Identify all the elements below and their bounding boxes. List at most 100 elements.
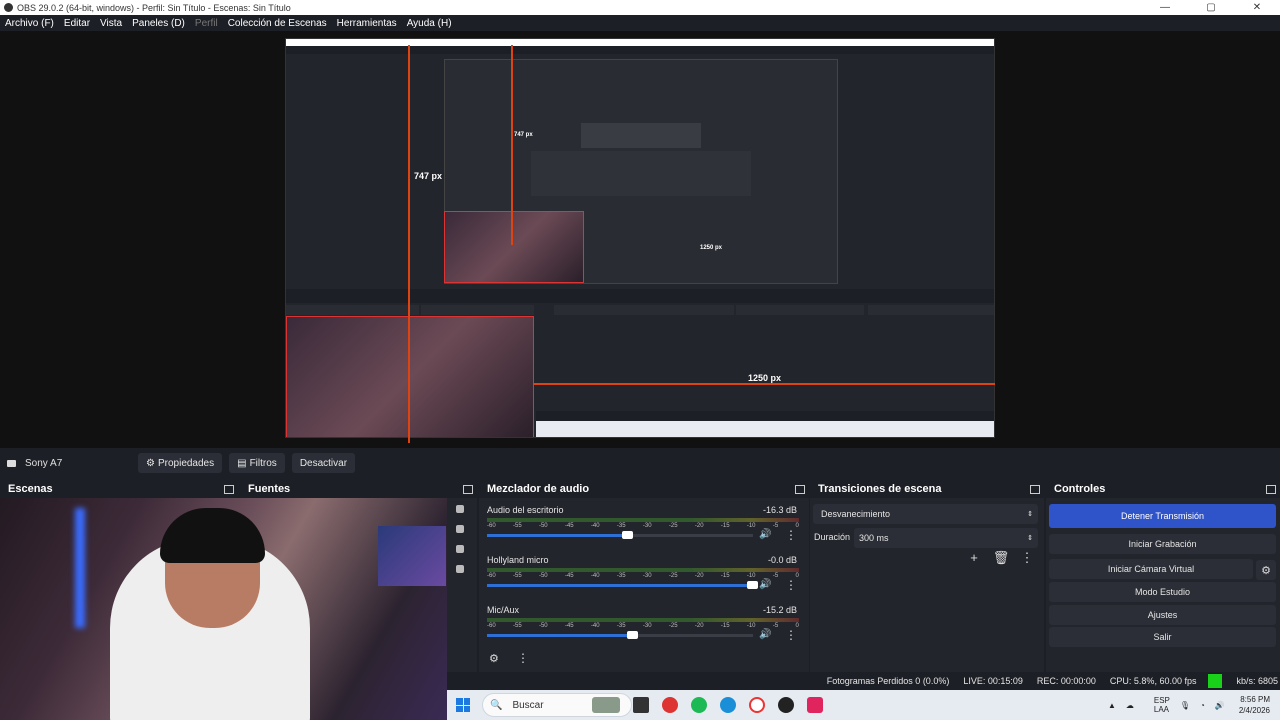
spinner-icon[interactable]: ⇕ <box>1027 534 1033 542</box>
menu-scene-collection[interactable]: Colección de Escenas <box>228 18 327 29</box>
volume-slider[interactable]: 🔊 ⋮ <box>487 628 797 642</box>
advanced-audio-gear-icon[interactable]: ⚙ <box>489 652 499 665</box>
minimize-button[interactable]: — <box>1142 2 1188 13</box>
meter-tick-label: -60 <box>487 523 496 529</box>
menu-help[interactable]: Ayuda (H) <box>407 18 452 29</box>
meter-tick-label: -10 <box>746 623 756 629</box>
camera-feed-image <box>0 498 447 720</box>
deactivate-button[interactable]: Desactivar <box>291 453 356 473</box>
volume-slider-knob[interactable] <box>621 531 633 539</box>
landscape-widget-icon[interactable] <box>592 697 620 713</box>
mixer-menu-button[interactable]: ⋮ <box>517 651 529 665</box>
clock[interactable]: 8:56 PM 2/4/2026 <box>1239 694 1270 716</box>
undock-icon[interactable] <box>1266 484 1276 494</box>
spotify-icon[interactable] <box>691 697 707 713</box>
lock-icon[interactable] <box>456 565 464 573</box>
meter-tick-label: -35 <box>616 523 626 529</box>
virtual-camera-gear-icon[interactable]: ⚙ <box>1256 560 1276 580</box>
cloud-icon[interactable]: ☁ <box>1126 701 1134 710</box>
lock-icon[interactable] <box>456 545 464 553</box>
menu-tools[interactable]: Herramientas <box>337 18 397 29</box>
transition-select[interactable]: Desvanecimiento ⇕ <box>813 504 1038 524</box>
dropped-frames: Fotogramas Perdidos 0 (0.0%) <box>826 676 950 686</box>
menu-file[interactable]: Archivo (F) <box>5 18 54 29</box>
stop-streaming-button[interactable]: Detener Transmisión <box>1049 504 1276 528</box>
lock-icon[interactable] <box>456 525 464 533</box>
camera-icon <box>7 459 16 467</box>
volume-slider[interactable]: 🔊 ⋮ <box>487 528 797 542</box>
properties-button[interactable]: ⚙ Propiedades <box>138 453 223 473</box>
volume-slider-fill <box>487 534 628 537</box>
studio-mode-button[interactable]: Modo Estudio <box>1049 582 1276 602</box>
meter-tick-label: -35 <box>616 623 626 629</box>
window-titlebar: OBS 29.0.2 (64-bit, windows) - Perfil: S… <box>0 0 1280 15</box>
obs-icon[interactable] <box>778 697 794 713</box>
undock-icon[interactable] <box>224 484 234 494</box>
tiktok-icon[interactable] <box>807 697 823 713</box>
menu-bar: Archivo (F) Editar Vista Paneles (D) Per… <box>0 15 1280 31</box>
meter-tick-label: -35 <box>616 573 626 579</box>
duration-input[interactable]: 300 ms ⇕ <box>854 528 1038 548</box>
exit-button[interactable]: Salir <box>1049 627 1276 647</box>
menu-edit[interactable]: Editar <box>64 18 90 29</box>
menu-view[interactable]: Vista <box>100 18 122 29</box>
undock-icon[interactable] <box>1030 484 1040 494</box>
speaker-icon[interactable]: 🔊 <box>759 529 771 540</box>
meter-tick-label: -5 <box>772 623 779 629</box>
mic-icon[interactable]: 🎙 <box>1180 701 1190 710</box>
mixer-channel-header: Audio del escritorio -16.3 dB <box>487 505 797 515</box>
settings-button[interactable]: Ajustes <box>1049 605 1276 625</box>
record-app-icon[interactable] <box>662 697 678 713</box>
maximize-button[interactable]: ▢ <box>1188 2 1234 13</box>
scenes-dock-title: Escenas <box>8 483 53 495</box>
start-virtual-camera-button[interactable]: Iniciar Cámara Virtual <box>1049 559 1253 579</box>
meter-tick-label: -55 <box>512 523 522 529</box>
nested-inner-capture-2 <box>531 151 751 196</box>
channel-menu-button[interactable]: ⋮ <box>785 628 797 642</box>
channel-menu-button[interactable]: ⋮ <box>785 578 797 592</box>
speaker-icon[interactable]: 🔊 <box>1215 701 1225 710</box>
duration-label: Duración <box>814 532 851 542</box>
nested-status <box>536 411 994 421</box>
chevron-up-icon[interactable]: ▲ <box>1108 701 1116 710</box>
lang-indicator[interactable]: ESP LAA <box>1144 696 1170 714</box>
volume-slider-knob[interactable] <box>747 581 758 589</box>
close-button[interactable]: ✕ <box>1234 2 1280 13</box>
stream-health-indicator <box>1208 674 1223 688</box>
volume-slider-knob[interactable] <box>627 631 639 639</box>
meter-tick-label: -30 <box>642 523 652 529</box>
undock-icon[interactable] <box>463 484 473 494</box>
meter-tick-label: -50 <box>538 523 548 529</box>
trash-icon[interactable]: 🗑 <box>991 550 1011 568</box>
meter-tick-label: -40 <box>590 623 600 629</box>
menu-docks[interactable]: Paneles (D) <box>132 18 185 29</box>
measure-label-horizontal: 1250 px <box>748 373 782 383</box>
mixer-channel: Audio del escritorio -16.3 dB -60 -55 -50 -45… <box>487 505 799 542</box>
speaker-icon[interactable]: 🔊 <box>759 629 771 640</box>
menu-profile[interactable]: Perfil <box>195 18 218 29</box>
wifi-icon[interactable]: ◔ <box>1200 701 1205 710</box>
undock-icon[interactable] <box>795 484 805 494</box>
nested-measure-line-vertical <box>511 45 513 245</box>
meter-tick-label: -30 <box>642 573 652 579</box>
edge-icon[interactable] <box>720 697 736 713</box>
nested-camera-medium <box>286 316 534 437</box>
add-transition-button[interactable]: + <box>964 550 984 568</box>
lock-icon[interactable] <box>456 505 464 513</box>
volume-slider[interactable]: 🔊 ⋮ <box>487 578 797 592</box>
speaker-icon[interactable]: 🔊 <box>759 579 771 590</box>
status-bar: Fotogramas Perdidos 0 (0.0%) LIVE: 00:15… <box>447 672 1280 690</box>
mixer-channel-header: Mic/Aux -15.2 dB <box>487 605 797 615</box>
opera-icon[interactable] <box>749 697 765 713</box>
transition-menu-button[interactable]: ⋮ <box>1017 550 1037 568</box>
filters-button[interactable]: ▤ Filtros <box>229 453 285 473</box>
properties-label: Propiedades <box>157 457 215 469</box>
deactivate-label: Desactivar <box>299 457 348 469</box>
meter-tick-label: -15 <box>720 573 730 579</box>
meter-tick-label: -10 <box>746 523 756 529</box>
meter-tick-label: -60 <box>487 573 496 579</box>
start-recording-button[interactable]: Iniciar Grabación <box>1049 534 1276 554</box>
windows-start-icon[interactable] <box>456 698 470 712</box>
channel-menu-button[interactable]: ⋮ <box>785 528 797 542</box>
file-explorer-icon[interactable] <box>633 697 649 713</box>
